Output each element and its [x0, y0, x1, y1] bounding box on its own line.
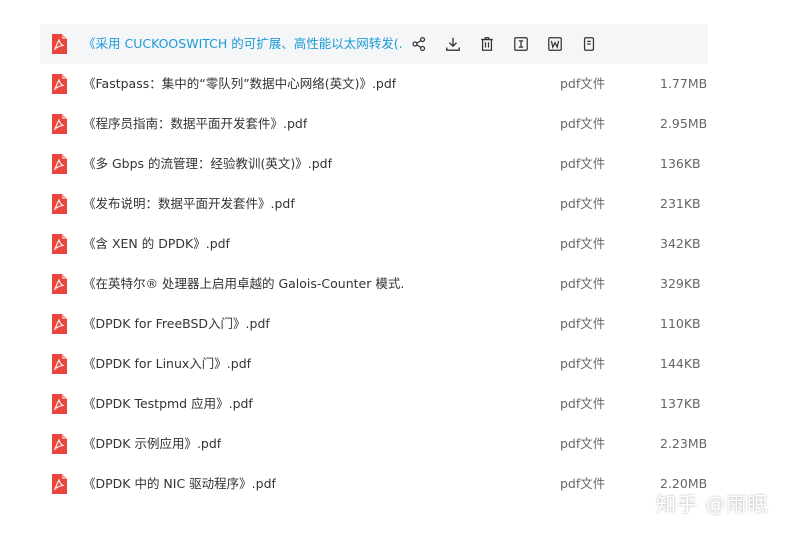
pdf-file-icon: [51, 74, 67, 94]
file-type: pdf文件: [560, 236, 606, 251]
file-type: pdf文件: [560, 396, 606, 411]
file-type: pdf文件: [560, 356, 606, 371]
file-name[interactable]: 《程序员指南：数据平面开发套件》.pdf: [83, 104, 307, 144]
file-row[interactable]: 《DPDK Testpmd 应用》.pdf pdf文件 137KB: [40, 384, 708, 424]
file-name[interactable]: 《在英特尔® 处理器上启用卓越的 Galois-Counter 模式...: [83, 264, 403, 304]
file-size: 329KB: [660, 276, 701, 291]
file-size: 110KB: [660, 316, 701, 331]
file-type: pdf文件: [560, 156, 606, 171]
file-name[interactable]: 《DPDK for Linux入门》.pdf: [83, 344, 251, 384]
file-row[interactable]: 《Fastpass：集中的“零队列”数据中心网络(英文)》.pdf pdf文件 1.…: [40, 64, 708, 104]
file-name[interactable]: 《Fastpass：集中的“零队列”数据中心网络(英文)》.pdf: [83, 64, 396, 104]
file-type: pdf文件: [560, 76, 606, 91]
file-row[interactable]: 《DPDK for FreeBSD入门》.pdf pdf文件 110KB: [40, 304, 708, 344]
watermark: 知乎 @雨眠: [656, 492, 769, 516]
file-name[interactable]: 《DPDK for FreeBSD入门》.pdf: [83, 304, 270, 344]
file-size: 231KB: [660, 196, 701, 211]
file-type: pdf文件: [560, 436, 606, 451]
file-size: 144KB: [660, 356, 701, 371]
share-icon[interactable]: [410, 35, 428, 53]
file-row[interactable]: 《发布说明：数据平面开发套件》.pdf pdf文件 231KB: [40, 184, 708, 224]
file-type: pdf文件: [560, 196, 606, 211]
pdf-file-icon: [51, 354, 67, 374]
pdf-file-icon: [51, 34, 67, 54]
pdf-file-icon: [51, 474, 67, 494]
pdf-file-icon: [51, 394, 67, 414]
pdf-file-icon: [51, 114, 67, 134]
file-size: 2.95MB: [660, 116, 708, 131]
pdf-file-icon: [51, 154, 67, 174]
file-size: 342KB: [660, 236, 701, 251]
file-row[interactable]: 《DPDK 中的 NIC 驱动程序》.pdf pdf文件 2.20MB: [40, 464, 708, 504]
delete-icon[interactable]: [478, 35, 496, 53]
pdf-file-icon: [51, 314, 67, 334]
file-name[interactable]: 《DPDK 示例应用》.pdf: [83, 424, 221, 464]
pdf-file-icon: [51, 234, 67, 254]
text-extract-icon[interactable]: [512, 35, 530, 53]
file-name[interactable]: 《含 XEN 的 DPDK》.pdf: [83, 224, 230, 264]
file-row[interactable]: 《含 XEN 的 DPDK》.pdf pdf文件 342KB: [40, 224, 708, 264]
file-row[interactable]: 《DPDK 示例应用》.pdf pdf文件 2.23MB: [40, 424, 708, 464]
file-size: 137KB: [660, 396, 701, 411]
pdf-file-icon: [51, 274, 67, 294]
row-actions: [410, 24, 614, 64]
download-icon[interactable]: [444, 35, 462, 53]
file-name[interactable]: 《DPDK Testpmd 应用》.pdf: [83, 384, 253, 424]
file-type: pdf文件: [560, 316, 606, 331]
file-type: pdf文件: [560, 276, 606, 291]
pdf-file-icon: [51, 434, 67, 454]
file-name[interactable]: 《采用 CUCKOOSWITCH 的可扩展、高性能以太网转发(...: [83, 24, 403, 64]
file-size: 2.23MB: [660, 436, 708, 451]
file-type: pdf文件: [560, 476, 606, 491]
file-name[interactable]: 《DPDK 中的 NIC 驱动程序》.pdf: [83, 464, 276, 504]
file-name[interactable]: 《多 Gbps 的流管理：经验教训(英文)》.pdf: [83, 144, 332, 184]
pdf-file-icon: [51, 194, 67, 214]
file-row[interactable]: 《多 Gbps 的流管理：经验教训(英文)》.pdf pdf文件 136KB: [40, 144, 708, 184]
file-row[interactable]: 《采用 CUCKOOSWITCH 的可扩展、高性能以太网转发(...: [40, 24, 708, 64]
file-size: 1.77MB: [660, 76, 708, 91]
word-convert-icon[interactable]: [546, 35, 564, 53]
file-type: pdf文件: [560, 116, 606, 131]
file-list: 《采用 CUCKOOSWITCH 的可扩展、高性能以太网转发(... 《Fastp…: [40, 24, 708, 504]
file-row[interactable]: 《程序员指南：数据平面开发套件》.pdf pdf文件 2.95MB: [40, 104, 708, 144]
file-name[interactable]: 《发布说明：数据平面开发套件》.pdf: [83, 184, 295, 224]
more-icon[interactable]: [580, 35, 598, 53]
file-size: 136KB: [660, 156, 701, 171]
file-row[interactable]: 《在英特尔® 处理器上启用卓越的 Galois-Counter 模式... pdf…: [40, 264, 708, 304]
file-row[interactable]: 《DPDK for Linux入门》.pdf pdf文件 144KB: [40, 344, 708, 384]
